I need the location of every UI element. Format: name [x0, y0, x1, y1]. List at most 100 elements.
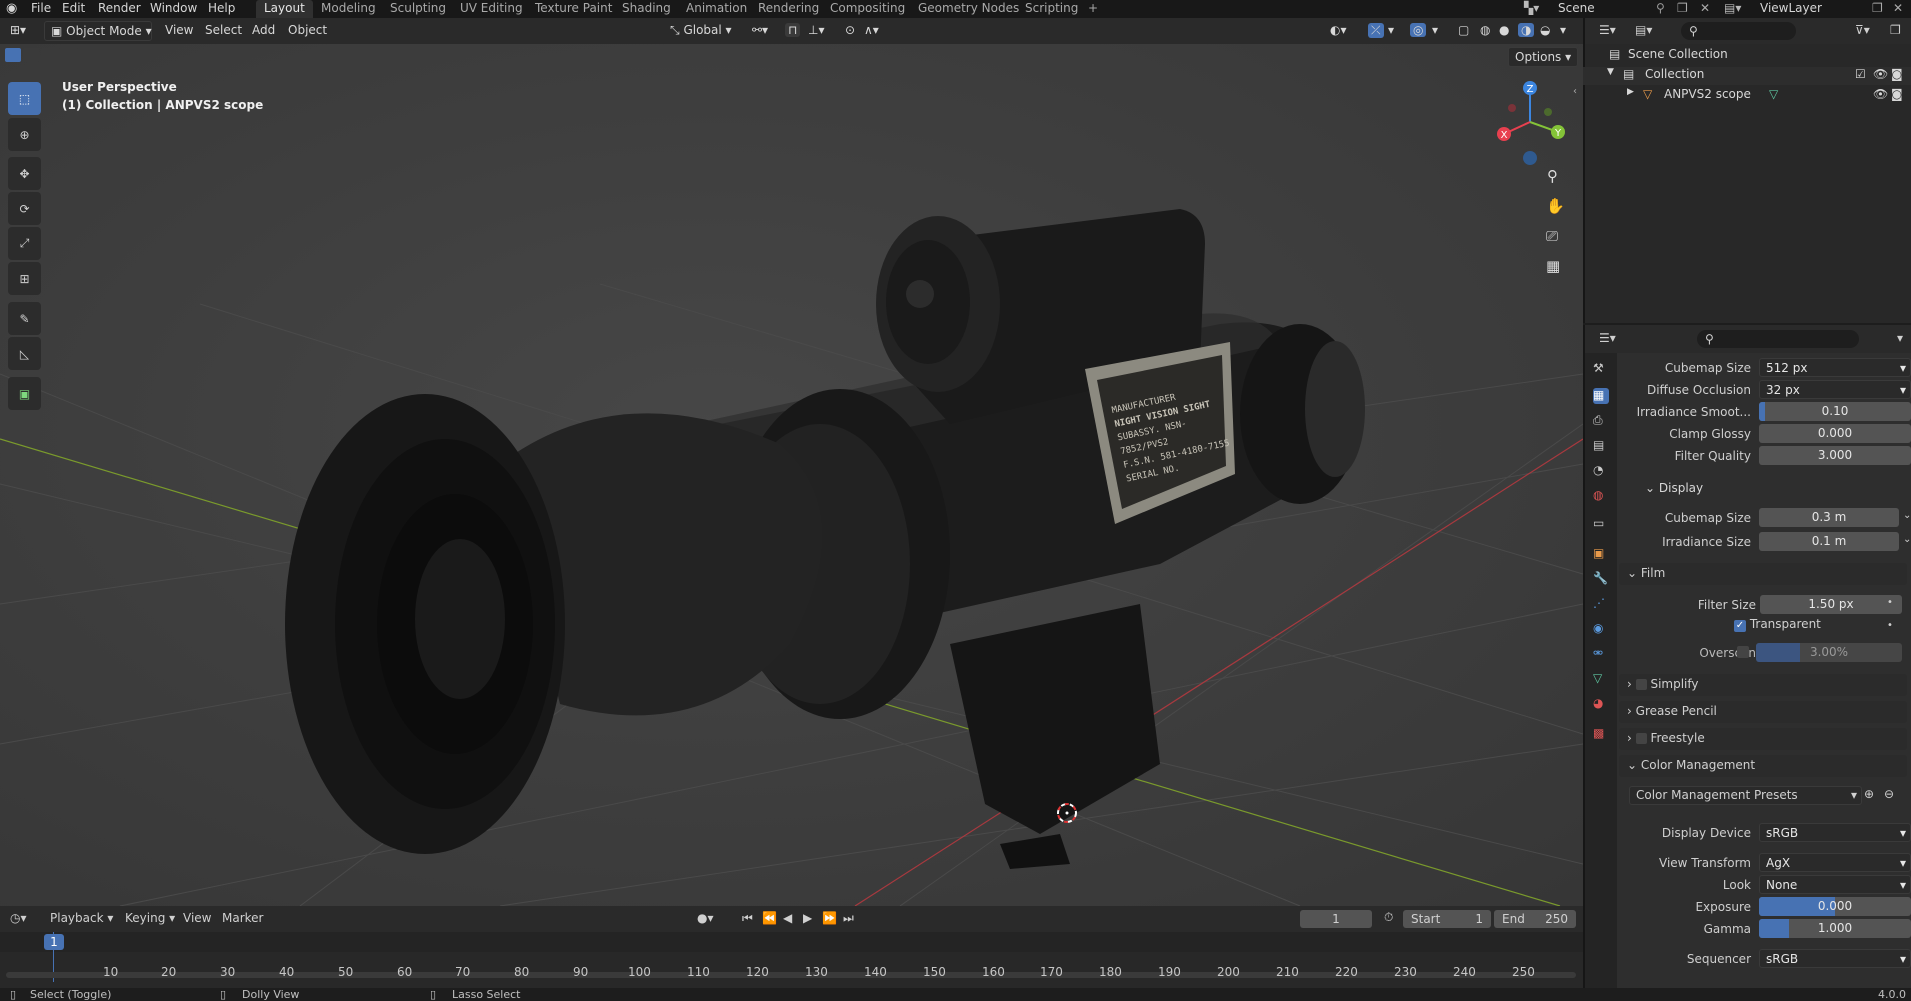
menu-view[interactable]: View: [165, 23, 193, 37]
navigation-gizmo[interactable]: Z Y X: [1490, 74, 1570, 174]
scope-model[interactable]: [285, 209, 1365, 869]
menu-render[interactable]: Render: [98, 1, 141, 15]
decorator-icon[interactable]: ⌄: [1903, 534, 1911, 545]
output-tab-icon[interactable]: ⎙: [1593, 413, 1609, 429]
play-reverse-icon[interactable]: ◀: [783, 911, 792, 925]
select-intersect-icon[interactable]: [77, 48, 93, 62]
scene-name[interactable]: Scene: [1558, 1, 1595, 15]
eye-icon[interactable]: 👁: [1873, 67, 1888, 81]
outliner-editor-icon[interactable]: ☰▾: [1599, 23, 1616, 37]
menu-window[interactable]: Window: [150, 1, 197, 15]
outliner-row-scene-collection[interactable]: ▤ Scene Collection: [1583, 47, 1911, 65]
camera-icon[interactable]: ◙: [1891, 67, 1903, 81]
camera-view-icon[interactable]: ⎚: [1546, 227, 1558, 245]
properties-editor-icon[interactable]: ☰▾: [1599, 331, 1616, 345]
transparent-checkbox-row[interactable]: ✓ Transparent: [1734, 617, 1821, 632]
shading-dropdown-icon[interactable]: ▾: [1560, 23, 1566, 37]
select-invert-icon[interactable]: [59, 48, 75, 62]
start-frame-field[interactable]: Start 1: [1403, 910, 1491, 928]
texture-tab-icon[interactable]: ▩: [1593, 726, 1609, 742]
scene-icon[interactable]: ▚▾: [1524, 1, 1539, 15]
view-transform-dropdown[interactable]: AgX ▾: [1759, 853, 1911, 872]
add-cube-tool[interactable]: ▣: [8, 377, 41, 410]
prev-keyframe-icon[interactable]: ⏪: [762, 911, 777, 925]
add-preset-icon[interactable]: ⊕: [1864, 787, 1874, 801]
timeline-editor-icon[interactable]: ◷▾: [10, 911, 27, 925]
proportional-edit-icon[interactable]: ⊙: [845, 23, 855, 37]
jump-end-icon[interactable]: ⏭: [843, 911, 854, 926]
outliner-row-collection[interactable]: ▼ ▤ Collection ☑ 👁 ◙: [1583, 67, 1911, 85]
timeline-view-menu[interactable]: View: [183, 911, 211, 925]
overscan-checkbox[interactable]: [1737, 646, 1749, 658]
outliner-search-input[interactable]: ⚲: [1681, 22, 1796, 40]
menu-edit[interactable]: Edit: [62, 1, 85, 15]
record-icon[interactable]: ●▾: [697, 911, 714, 925]
collapse-sidebar-icon[interactable]: ‹: [1573, 86, 1577, 97]
display-cubemap-field[interactable]: 0.3 m: [1759, 508, 1899, 527]
cm-presets-dropdown[interactable]: Color Management Presets ▾: [1629, 786, 1862, 805]
jump-start-icon[interactable]: ⏮: [742, 911, 753, 926]
tab-geometry-nodes[interactable]: Geometry Nodes: [910, 0, 1027, 18]
select-new-icon[interactable]: [5, 48, 21, 62]
checkbox-icon[interactable]: ☑: [1855, 67, 1866, 81]
playback-menu[interactable]: Playback ▾: [50, 911, 113, 925]
playhead[interactable]: 1: [44, 934, 64, 950]
end-frame-field[interactable]: End 250: [1494, 910, 1576, 928]
transparent-checkbox[interactable]: ✓: [1734, 620, 1746, 632]
view-layer-icon[interactable]: ▤▾: [1724, 1, 1741, 15]
freestyle-checkbox[interactable]: [1635, 733, 1647, 744]
ortho-grid-icon[interactable]: ▦: [1546, 257, 1560, 275]
stopwatch-icon[interactable]: ⏱: [1384, 910, 1393, 925]
tool-tab-icon[interactable]: ⚒: [1593, 361, 1609, 377]
filter-icon[interactable]: ⊽▾: [1855, 23, 1870, 37]
tab-uv-editing[interactable]: UV Editing: [452, 0, 531, 18]
select-subtract-icon[interactable]: [41, 48, 57, 62]
pin-icon[interactable]: ⚲: [1656, 1, 1665, 15]
eye-icon[interactable]: 👁: [1873, 87, 1888, 101]
simplify-checkbox[interactable]: [1635, 679, 1647, 690]
pivot-icon[interactable]: ⚯▾: [752, 23, 768, 37]
tab-modeling[interactable]: Modeling: [313, 0, 384, 18]
falloff-icon[interactable]: ∧▾: [864, 23, 879, 37]
decorator-icon[interactable]: ⌄: [1903, 510, 1911, 521]
current-frame-field[interactable]: 1: [1300, 910, 1372, 928]
tab-sculpting[interactable]: Sculpting: [382, 0, 454, 18]
scene-tab-icon[interactable]: ◔: [1593, 463, 1609, 479]
new-scene-icon[interactable]: ❐: [1677, 1, 1688, 15]
mode-dropdown[interactable]: ▣ Object Mode ▾: [44, 21, 152, 41]
annotate-tool[interactable]: ✎: [8, 302, 41, 335]
xray-icon[interactable]: ▢: [1458, 23, 1469, 37]
transform-tool[interactable]: ⊞: [8, 262, 41, 295]
object-tab-icon[interactable]: ▣: [1593, 546, 1609, 562]
wireframe-shading-icon[interactable]: ◍: [1480, 23, 1490, 37]
measure-tool[interactable]: ◺: [8, 337, 41, 370]
options-dropdown[interactable]: Options ▾: [1508, 47, 1579, 67]
display-device-dropdown[interactable]: sRGB ▾: [1759, 823, 1911, 842]
play-icon[interactable]: ▶: [803, 911, 812, 925]
keying-menu[interactable]: Keying ▾: [125, 911, 175, 925]
tab-scripting[interactable]: Scripting: [1017, 0, 1086, 18]
remove-view-layer-icon[interactable]: ✕: [1893, 1, 1903, 15]
gizmo-dropdown-icon[interactable]: ▾: [1388, 23, 1394, 37]
display-mode-icon[interactable]: ▤▾: [1635, 23, 1652, 37]
collection-tab-icon[interactable]: ▭: [1593, 516, 1609, 532]
modifier-tab-icon[interactable]: 🔧: [1593, 571, 1609, 587]
tab-layout[interactable]: Layout: [256, 0, 313, 18]
outliner-row-object[interactable]: ▶ ▽ ANPVS2 scope ▽ 👁 ◙: [1583, 87, 1911, 105]
solid-shading-icon[interactable]: ●: [1499, 23, 1509, 37]
scale-tool[interactable]: ⤢: [8, 227, 41, 260]
world-tab-icon[interactable]: ◍: [1593, 488, 1609, 504]
move-tool[interactable]: ✥: [8, 157, 41, 190]
select-box-tool[interactable]: ⬚: [8, 82, 41, 115]
expand-arrow-icon[interactable]: ▶: [1627, 87, 1634, 97]
exposure-slider[interactable]: 0.000: [1759, 897, 1911, 916]
simplify-panel-header[interactable]: › Simplify: [1619, 674, 1907, 696]
film-panel-header[interactable]: ⌄ Film: [1619, 563, 1907, 585]
keyframe-dot-icon[interactable]: •: [1887, 620, 1893, 631]
cursor-tool[interactable]: ⊕: [8, 118, 41, 151]
keyframe-dot-icon[interactable]: •: [1887, 597, 1893, 608]
tab-compositing[interactable]: Compositing: [822, 0, 913, 18]
menu-add[interactable]: Add: [252, 23, 275, 37]
gizmo-toggle-icon[interactable]: ⤫: [1368, 23, 1384, 38]
properties-search-input[interactable]: ⚲: [1697, 330, 1859, 348]
